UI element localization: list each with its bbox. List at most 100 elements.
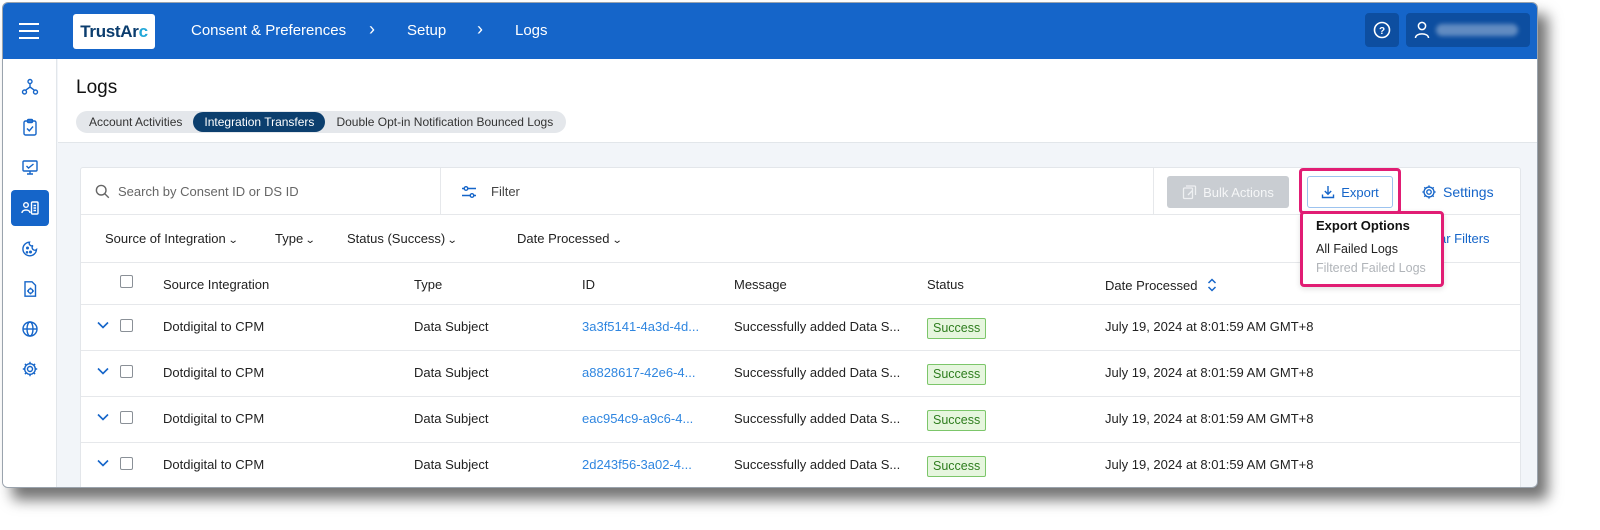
chevron-down-icon[interactable]	[97, 459, 109, 467]
contact-card-icon	[21, 201, 39, 215]
message-cell: Successfully added Data S...	[734, 411, 901, 426]
source-integration-cell: Dotdigital to CPM	[163, 411, 265, 426]
breadcrumb-consent-preferences[interactable]: Consent & Preferences	[191, 22, 346, 39]
table-row[interactable]: Dotdigital to CPM Data Subject a8828617-…	[81, 351, 1520, 397]
search-placeholder: Search by Consent ID or DS ID	[118, 184, 299, 199]
table-row[interactable]: Dotdigital to CPM Data Subject eac954c9-…	[81, 397, 1520, 443]
chevron-down-icon: ⌄	[227, 235, 239, 246]
bulk-actions-button: Bulk Actions	[1167, 176, 1289, 208]
message-cell: Successfully added Data S...	[734, 365, 901, 380]
menu-icon[interactable]	[19, 23, 39, 39]
monitor-icon	[22, 160, 38, 175]
date-processed-dropdown[interactable]: Date Processed ⌄	[517, 231, 623, 246]
sidebar-item-documents[interactable]	[11, 271, 49, 307]
app-window: TrustAr c Consent & Preferences › Setup ›…	[2, 2, 1538, 488]
status-badge: Success	[927, 456, 987, 477]
status-badge: Success	[927, 410, 987, 431]
toolbar: Search by Consent ID or DS ID Filter Bul…	[81, 168, 1520, 215]
filter-button[interactable]: Filter	[461, 168, 520, 215]
date-processed-cell: July 19, 2024 at 8:01:59 AM GMT+8	[1105, 319, 1314, 334]
chevron-down-icon: ⌄	[447, 235, 458, 246]
sidebar-item-network[interactable]	[11, 69, 49, 105]
table-row[interactable]: Dotdigital to CPM Data Subject 2d243f56-…	[81, 443, 1520, 487]
sidebar-item-assessments[interactable]	[11, 109, 49, 145]
svg-text:?: ?	[1379, 26, 1385, 37]
settings-button[interactable]: Settings	[1421, 176, 1494, 208]
chevron-down-icon[interactable]	[97, 321, 109, 329]
tab-account-activities[interactable]: Account Activities	[78, 112, 193, 132]
clear-filters-link[interactable]: ar Filters	[1439, 231, 1490, 246]
column-date-processed[interactable]: Date Processed	[1105, 277, 1217, 293]
chevron-down-icon[interactable]	[97, 413, 109, 421]
row-checkbox[interactable]	[120, 319, 133, 332]
toolbar-divider	[1153, 168, 1154, 215]
trustarc-logo[interactable]: TrustAr c	[73, 14, 155, 49]
export-button[interactable]: Export	[1307, 176, 1393, 208]
column-source-integration: Source Integration	[163, 277, 270, 292]
chevron-down-icon[interactable]	[97, 367, 109, 375]
status-dropdown[interactable]: Status (Success) ⌄	[347, 231, 458, 246]
message-cell: Successfully added Data S...	[734, 457, 901, 472]
sliders-icon	[462, 185, 476, 198]
tab-integration-transfers[interactable]: Integration Transfers	[193, 112, 326, 132]
page-title: Logs	[76, 77, 118, 98]
id-link[interactable]: 3a3f5141-4a3d-4d...	[582, 319, 699, 334]
breadcrumb-setup[interactable]: Setup	[407, 22, 446, 39]
sidebar-item-settings[interactable]	[11, 351, 49, 387]
tab-double-opt-in-bounced-logs[interactable]: Double Opt-in Notification Bounced Logs	[325, 112, 564, 132]
row-checkbox[interactable]	[120, 411, 133, 424]
type-cell: Data Subject	[414, 319, 489, 334]
network-icon	[21, 78, 39, 95]
export-all-failed-logs[interactable]: All Failed Logs	[1316, 242, 1398, 256]
sidebar-item-consent[interactable]	[11, 190, 49, 226]
breadcrumb-separator-icon: ›	[477, 19, 483, 39]
date-processed-cell: July 19, 2024 at 8:01:59 AM GMT+8	[1105, 365, 1314, 380]
row-checkbox[interactable]	[120, 457, 133, 470]
status-badge: Success	[927, 318, 987, 339]
sidebar-item-global[interactable]	[11, 311, 49, 347]
user-menu-button[interactable]	[1406, 13, 1530, 47]
breadcrumb-separator-icon: ›	[369, 19, 375, 39]
gear-icon	[22, 361, 38, 377]
sidebar-item-monitor[interactable]	[11, 149, 49, 185]
column-type: Type	[414, 277, 443, 292]
cookie-icon	[22, 241, 38, 257]
id-link[interactable]: eac954c9-a9c6-4...	[582, 411, 693, 426]
gear-icon	[1422, 185, 1436, 199]
page-header: Logs Account Activities Integration Tran…	[58, 59, 1537, 143]
sort-icon[interactable]	[1207, 277, 1217, 293]
source-integration-cell: Dotdigital to CPM	[163, 457, 265, 472]
document-gear-icon	[24, 281, 37, 297]
log-type-tabs: Account Activities Integration Transfers…	[76, 111, 567, 133]
clipboard-check-icon	[23, 118, 37, 136]
search-icon	[95, 184, 110, 199]
export-options-menu: Export Options All Failed Logs Filtered …	[1300, 211, 1444, 287]
top-bar: TrustAr c Consent & Preferences › Setup ›…	[3, 3, 1537, 59]
export-options-title: Export Options	[1316, 218, 1410, 233]
type-cell: Data Subject	[414, 411, 489, 426]
sidebar-item-cookies[interactable]	[11, 231, 49, 267]
search-input[interactable]: Search by Consent ID or DS ID	[81, 168, 441, 215]
download-icon	[1322, 186, 1335, 199]
date-processed-cell: July 19, 2024 at 8:01:59 AM GMT+8	[1105, 411, 1314, 426]
user-name-redacted	[1436, 24, 1518, 36]
globe-icon	[22, 321, 38, 337]
type-dropdown[interactable]: Type ⌄	[275, 231, 316, 246]
type-cell: Data Subject	[414, 365, 489, 380]
help-circle-icon: ?	[1373, 21, 1391, 39]
row-checkbox[interactable]	[120, 365, 133, 378]
id-link[interactable]: 2d243f56-3a02-4...	[582, 457, 692, 472]
chevron-down-icon: ⌄	[304, 235, 316, 246]
source-of-integration-dropdown[interactable]: Source of Integration ⌄	[105, 231, 239, 246]
bulk-edit-icon	[1182, 184, 1197, 199]
filter-label: Filter	[491, 184, 520, 199]
message-cell: Successfully added Data S...	[734, 319, 901, 334]
help-button[interactable]: ?	[1365, 13, 1399, 47]
select-all-checkbox[interactable]	[120, 275, 133, 288]
table-row[interactable]: Dotdigital to CPM Data Subject 3a3f5141-…	[81, 305, 1520, 351]
id-link[interactable]: a8828617-42e6-4...	[582, 365, 695, 380]
breadcrumb-logs: Logs	[515, 22, 548, 39]
source-integration-cell: Dotdigital to CPM	[163, 365, 265, 380]
chevron-down-icon: ⌄	[611, 235, 623, 246]
column-message: Message	[734, 277, 787, 292]
